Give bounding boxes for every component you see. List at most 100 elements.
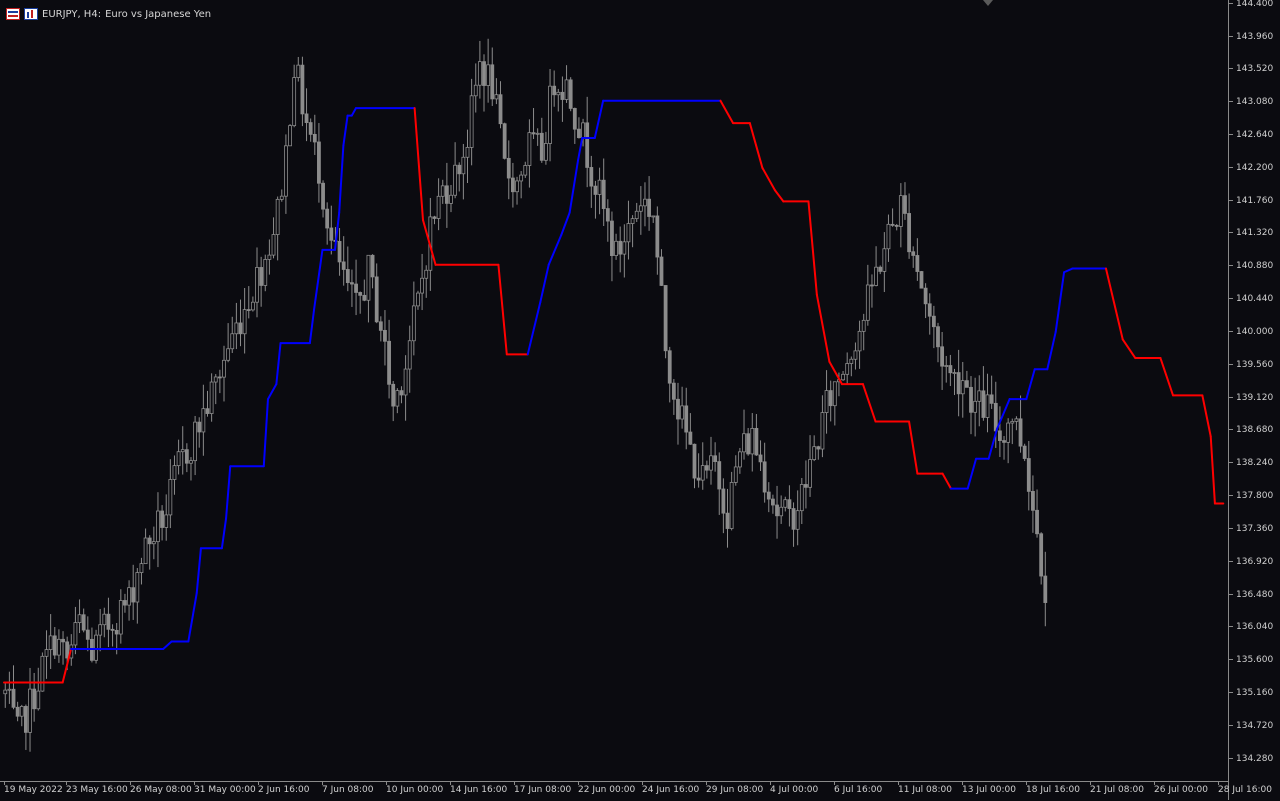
candle xyxy=(651,215,656,223)
candle xyxy=(688,413,693,445)
price-tick: 135.160 xyxy=(1229,688,1273,698)
candle xyxy=(502,122,507,160)
candle xyxy=(973,377,978,437)
trend-segment-up xyxy=(547,233,563,266)
trend-segment-up xyxy=(313,248,324,311)
candle xyxy=(23,704,28,750)
candle xyxy=(424,265,429,298)
price-tick: 134.720 xyxy=(1229,721,1273,731)
candle xyxy=(275,196,280,261)
candle xyxy=(366,254,371,323)
trend-segment-up xyxy=(1025,368,1036,401)
candle xyxy=(354,259,358,316)
price-plot[interactable] xyxy=(0,0,1228,781)
trend-segment-down xyxy=(861,383,877,423)
candle xyxy=(568,77,573,112)
candle xyxy=(911,246,916,268)
price-tick: 142.640 xyxy=(1229,130,1273,140)
price-tick: 143.960 xyxy=(1229,32,1273,42)
price-tick: 135.600 xyxy=(1229,655,1273,665)
candle xyxy=(52,627,57,660)
candle xyxy=(440,179,445,204)
candle xyxy=(886,214,891,262)
candle xyxy=(403,355,408,421)
time-tick: 19 May 2022 xyxy=(4,781,63,795)
candles-icon[interactable] xyxy=(6,8,20,20)
candle xyxy=(1039,532,1044,585)
trend-segment-down xyxy=(1104,267,1124,341)
candle xyxy=(36,667,41,711)
price-tick: 138.240 xyxy=(1229,458,1273,468)
candle xyxy=(378,316,383,342)
chart-shift-marker[interactable] xyxy=(983,0,993,6)
trend-segment-up xyxy=(560,211,571,236)
chart-window-icon[interactable] xyxy=(24,8,38,20)
candle xyxy=(28,667,32,752)
candle xyxy=(989,375,994,409)
candle xyxy=(572,107,577,144)
time-tick: 10 Jun 00:00 xyxy=(386,781,444,795)
candle xyxy=(329,205,334,255)
time-tick: 22 Jun 00:00 xyxy=(578,781,636,795)
trend-segment-down xyxy=(1201,394,1212,438)
time-tick: 26 May 08:00 xyxy=(130,781,192,795)
candle xyxy=(940,331,945,390)
candle xyxy=(296,56,301,82)
price-axis[interactable]: 144.400 143.960 143.520 143.080 142.640 142.2… xyxy=(1228,0,1280,800)
time-axis[interactable]: 19 May 2022 23 May 16:00 26 May 08:00 31 Ma… xyxy=(0,781,1272,801)
candle xyxy=(110,624,115,647)
candle xyxy=(919,270,924,289)
candle xyxy=(601,158,606,227)
candle xyxy=(288,124,292,147)
time-tick: 7 Jun 08:00 xyxy=(322,781,374,795)
candle xyxy=(399,386,404,404)
candle xyxy=(259,256,264,307)
candle xyxy=(127,580,131,621)
candle xyxy=(494,78,499,105)
price-tick: 141.320 xyxy=(1229,228,1273,238)
candle xyxy=(118,589,123,644)
trend-segment-up xyxy=(195,547,202,595)
candle xyxy=(849,356,854,377)
price-tick: 136.040 xyxy=(1229,622,1273,632)
chart-area[interactable] xyxy=(0,0,1228,781)
candle xyxy=(964,370,969,388)
trend-segment-up xyxy=(966,457,978,490)
price-tick: 142.200 xyxy=(1229,163,1273,173)
candle xyxy=(671,379,676,415)
candle xyxy=(750,413,755,472)
candle xyxy=(861,313,866,351)
candle xyxy=(630,215,635,248)
candle xyxy=(944,355,949,383)
candle xyxy=(874,246,878,287)
candle xyxy=(857,320,862,369)
price-tick: 139.560 xyxy=(1229,360,1273,370)
trend-segment-up xyxy=(308,308,316,345)
candle xyxy=(820,395,825,458)
candle xyxy=(180,426,185,475)
candle xyxy=(1014,416,1019,431)
candle xyxy=(618,226,623,273)
candle xyxy=(915,238,920,281)
candle xyxy=(246,286,251,319)
candle xyxy=(271,217,276,259)
candle xyxy=(882,232,887,293)
trend-segment-up xyxy=(539,263,550,304)
candle xyxy=(317,123,321,203)
candle xyxy=(106,597,111,648)
candle xyxy=(948,354,953,387)
candle xyxy=(676,382,680,445)
symbol-label: EURJPY, H4: xyxy=(42,8,102,20)
candle xyxy=(956,349,961,417)
candle xyxy=(907,193,912,259)
price-tick: 137.360 xyxy=(1229,524,1273,534)
candle xyxy=(255,247,259,318)
time-tick: 26 Jul 00:00 xyxy=(1154,781,1208,795)
candle xyxy=(477,40,482,99)
time-tick: 14 Jun 16:00 xyxy=(450,781,508,795)
candle xyxy=(746,427,751,456)
candle xyxy=(164,494,169,541)
trend-segment-up xyxy=(526,301,542,356)
candle xyxy=(209,373,214,422)
candle xyxy=(762,442,767,503)
